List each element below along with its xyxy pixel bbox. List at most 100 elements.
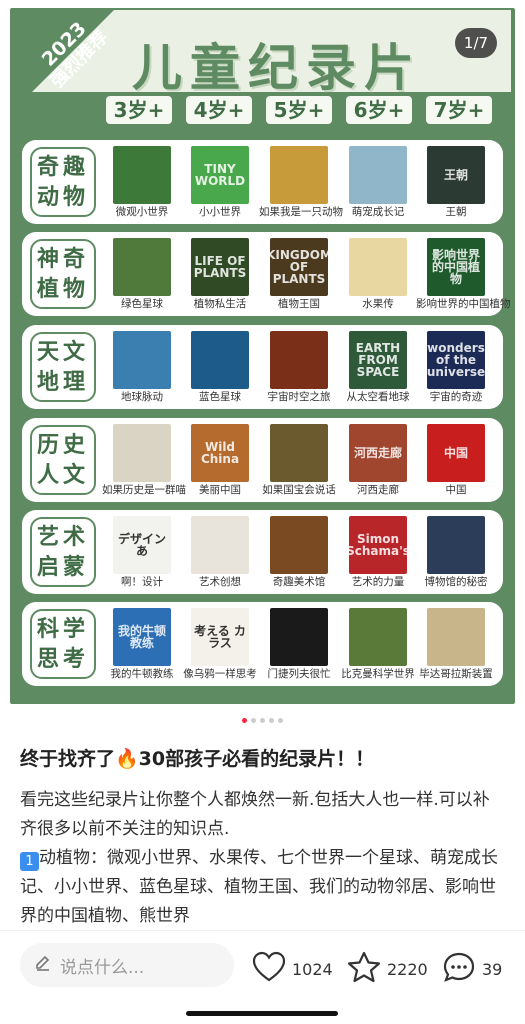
documentary-item: 河西走廊 河西走廊 — [338, 424, 418, 497]
like-button[interactable]: 1024 — [252, 951, 333, 987]
carousel-dot[interactable] — [242, 718, 247, 723]
documentary-cover — [270, 424, 328, 482]
home-indicator[interactable] — [186, 1011, 338, 1016]
documentary-cover — [270, 516, 328, 574]
cover-title-art: 我的牛顿教练 — [117, 624, 166, 650]
post-title: 终于找齐了🔥30部孩子必看的纪录片！！ — [20, 748, 375, 770]
documentary-item: 地球脉动 — [102, 331, 182, 404]
comment-placeholder: 说点什么... — [60, 957, 145, 978]
documentary-cover: 影响世界的中国植物 — [427, 238, 485, 296]
documentary-item: EARTH FROM SPACE 从太空看地球 — [338, 331, 418, 404]
cover-title-art: KINGDOM OF PLANTS — [270, 248, 328, 286]
age-tags: 3岁+ 4岁+ 5岁+ 6岁+ 7岁+ — [104, 94, 494, 126]
documentary-item: TINY WORLD 小小世界 — [180, 146, 260, 219]
documentary-item: 宇宙时空之旅 — [259, 331, 339, 404]
documentary-caption: 我的牛顿教练 — [110, 668, 174, 680]
cover-title-art: TINY WORLD — [194, 162, 246, 188]
cover-title-art: 中国 — [443, 446, 468, 460]
documentary-item: 中国 中国 — [416, 424, 496, 497]
documentary-cover — [191, 331, 249, 389]
documentary-cover: LIFE OF PLANTS — [191, 238, 249, 296]
documentary-cover: 考える カラス — [191, 608, 249, 666]
documentary-caption: 小小世界 — [199, 206, 241, 218]
category-row: 奇趣 动物 微观小世界 TINY WORLD 小小世界 如果我是一只动物 萌宠成长记 王朝 王朝 — [22, 140, 503, 224]
documentary-item: 如果我是一只动物 — [259, 146, 343, 219]
documentary-cover: 中国 — [427, 424, 485, 482]
category-label-line1: 艺术 — [36, 525, 89, 550]
category-label: 历史 人文 — [30, 425, 96, 495]
category-label-line1: 天文 — [36, 340, 89, 365]
documentary-cover — [427, 516, 485, 574]
documentary-item: LIFE OF PLANTS 植物私生活 — [180, 238, 260, 311]
carousel-dot[interactable] — [251, 718, 256, 723]
cover-title-art: 影响世界的中国植物 — [431, 248, 480, 286]
documentary-item: 王朝 王朝 — [416, 146, 496, 219]
category-row: 历史 人文 如果历史是一群喵 Wild China 美丽中国 如果国宝会说话 河西走廊 河西走… — [22, 418, 503, 502]
documentary-caption: 如果我是一只动物 — [259, 206, 343, 218]
cover-title-art: EARTH FROM SPACE — [355, 341, 401, 379]
documentary-item: 蓝色星球 — [180, 331, 260, 404]
cover-title-art: Simon Schama's — [349, 532, 407, 558]
page-indicator: 1/7 — [455, 28, 497, 58]
documentary-caption: 艺术创想 — [199, 576, 241, 588]
category-label: 神奇 植物 — [30, 239, 96, 309]
documentary-cover — [113, 424, 171, 482]
comment-count: 39 — [482, 959, 503, 979]
carousel-dot[interactable] — [260, 718, 265, 723]
documentary-item: デザインあ 啊！设计 — [102, 516, 182, 589]
documentary-cover — [270, 608, 328, 666]
category-label-line1: 神奇 — [36, 247, 89, 272]
documentary-cover: 王朝 — [427, 146, 485, 204]
documentary-caption: 宇宙时空之旅 — [267, 391, 331, 403]
cover-title-art: 王朝 — [443, 168, 468, 182]
comment-button[interactable]: 39 — [442, 951, 502, 987]
favorite-count: 2220 — [387, 959, 428, 979]
comment-input[interactable]: 说点什么... — [20, 943, 234, 987]
documentary-item: 水果传 — [338, 238, 418, 311]
age-tag: 3岁+ — [104, 94, 174, 126]
documentary-caption: 河西走廊 — [357, 484, 399, 496]
category-label-line1: 奇趣 — [36, 155, 89, 180]
documentary-caption: 植物王国 — [278, 298, 320, 310]
documentary-caption: 毕达哥拉斯装置 — [419, 668, 493, 680]
post-paragraph-list: 1 动植物：微观小世界、水果传、七个世界一个星球、萌宠成长记、小小世界、蓝色星球、… — [20, 844, 505, 931]
documentary-item: 艺术创想 — [180, 516, 260, 589]
post-image[interactable]: 2023 强烈推荐 儿童纪录片 1/7 3岁+ 4岁+ 5岁+ 6岁+ 7岁+ 奇趣 动物… — [0, 0, 525, 712]
documentary-cover: 我的牛顿教练 — [113, 608, 171, 666]
documentary-caption: 美丽中国 — [199, 484, 241, 496]
post-paragraph: 看完这些纪录片让你整个人都焕然一新.包括大人也一样.可以补齐很多以前不关注的知识… — [20, 790, 490, 839]
cover-title-art: LIFE OF PLANTS — [193, 254, 247, 280]
documentary-caption: 水果传 — [362, 298, 394, 310]
documentary-item: 奇趣美术馆 — [259, 516, 339, 589]
cover-title-art: 考える カラス — [194, 624, 246, 650]
documentary-item: 萌宠成长记 — [338, 146, 418, 219]
cover-title-art: wonders of the universe — [427, 341, 485, 379]
documentary-cover — [113, 238, 171, 296]
star-icon — [347, 951, 381, 987]
documentary-caption: 植物私生活 — [193, 298, 247, 310]
documentary-cover: KINGDOM OF PLANTS — [270, 238, 328, 296]
documentary-item: 我的牛顿教练 我的牛顿教练 — [102, 608, 182, 681]
number-one-badge: 1 — [20, 852, 39, 871]
documentary-cover — [349, 238, 407, 296]
favorite-button[interactable]: 2220 — [347, 951, 428, 987]
poster-header: 2023 强烈推荐 儿童纪录片 1/7 — [14, 10, 511, 110]
documentary-item: Wild China 美丽中国 — [180, 424, 260, 497]
documentary-caption: 微观小世界 — [115, 206, 169, 218]
category-label-line2: 植物 — [36, 277, 89, 302]
carousel-dot[interactable] — [278, 718, 283, 723]
documentary-item: 考える カラス 像乌鸦一样思考 — [180, 608, 260, 681]
documentary-cover — [349, 608, 407, 666]
category-label-line1: 科学 — [36, 617, 89, 642]
carousel-dot[interactable] — [269, 718, 274, 723]
documentary-cover — [349, 146, 407, 204]
documentary-caption: 中国 — [445, 484, 467, 496]
poster-title: 儿童纪录片 — [132, 39, 422, 97]
category-label-line2: 启蒙 — [36, 555, 89, 580]
cover-title-art: 河西走廊 — [353, 446, 402, 460]
documentary-caption: 蓝色星球 — [199, 391, 241, 403]
category-row: 艺术 启蒙 デザインあ 啊！设计 艺术创想 奇趣美术馆 Simon Schama's 艺术的力… — [22, 510, 503, 594]
comment-bubble-icon — [442, 951, 476, 987]
documentary-item: wonders of the universe 宇宙的奇迹 — [416, 331, 496, 404]
documentary-caption: 影响世界的中国植物 — [416, 298, 511, 310]
